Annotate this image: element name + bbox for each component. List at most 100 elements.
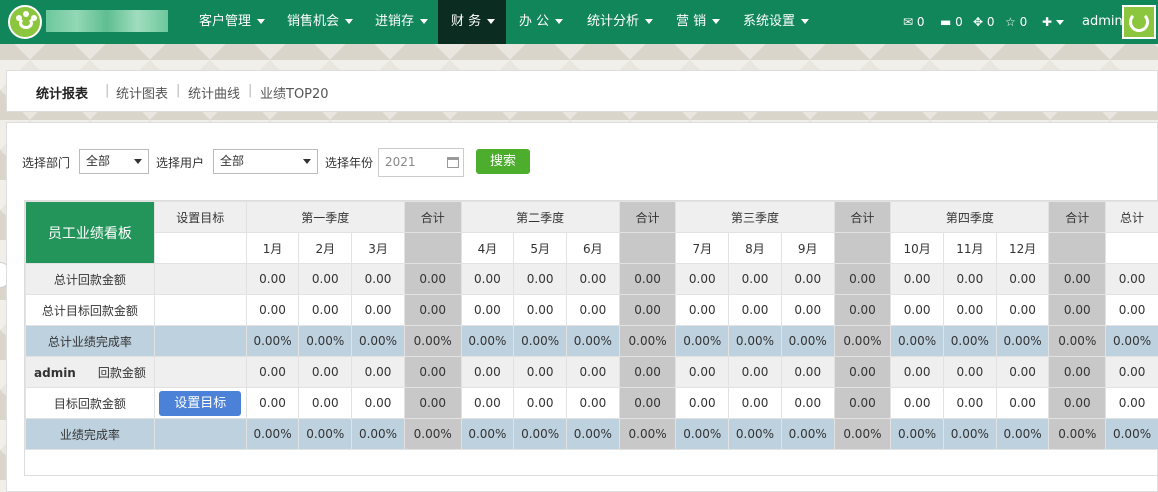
dept-label: 选择部门 [22, 156, 71, 170]
sum-cell: 0.00% [403, 325, 462, 357]
tab-statistics-report[interactable]: 统计报表 [36, 83, 88, 102]
value-cell: 0.00 [513, 356, 567, 388]
sum-header-blank [1048, 232, 1107, 264]
sum-cell: 0.00 [618, 263, 677, 295]
value-cell: 0.00 [942, 263, 997, 295]
value-cell: 0.00 [728, 387, 782, 419]
value-cell: 0.00% [513, 418, 567, 450]
add-menu[interactable]: ✚ [1042, 0, 1064, 44]
value-cell: 0.00 [566, 387, 620, 419]
value-cell: 0.00% [460, 325, 515, 357]
user-select[interactable]: 全部 [213, 149, 318, 174]
quarter-header: 第四季度 [890, 201, 1050, 233]
chevron-down-icon [487, 19, 496, 24]
month-header: 1月 [245, 232, 300, 264]
tab-top20[interactable]: 业绩TOP20 [260, 83, 329, 102]
sum-cell: 0.00% [833, 325, 892, 357]
sum-header: 合计 [1048, 201, 1107, 233]
month-header: 7月 [675, 232, 730, 264]
calendar-icon[interactable] [447, 157, 459, 168]
sum-header: 合计 [833, 201, 892, 233]
target-cell: 设置目标 [153, 387, 247, 419]
value-cell: 0.00% [351, 418, 405, 450]
value-cell: 0.00% [995, 418, 1050, 450]
value-cell: 0.00 [351, 263, 405, 295]
row-label: 目标回款金额 [25, 387, 155, 419]
mail-notification[interactable]: ✉ 0 [903, 0, 925, 44]
chevron-down-icon [345, 19, 354, 24]
value-cell: 0.00% [675, 418, 730, 450]
value-cell: 0.00 [460, 263, 515, 295]
year-label: 选择年份 [325, 156, 374, 170]
value-cell: 0.00 [298, 294, 353, 326]
month-header: 2月 [298, 232, 353, 264]
target-cell [153, 263, 247, 295]
value-cell: 0.00% [298, 325, 353, 357]
value-cell: 0.00 [728, 263, 782, 295]
chevron-down-icon [645, 19, 654, 24]
performance-table: 员工业绩看板 设置目标 第一季度 合计 第二季度 合计 第三季度 合计 第四季度… [24, 200, 1158, 476]
month-header: 3月 [351, 232, 405, 264]
sum-cell: 0.00 [618, 387, 677, 419]
value-cell: 0.00% [245, 418, 300, 450]
user-label: 选择用户 [156, 156, 205, 170]
value-cell: 0.00% [942, 418, 997, 450]
value-cell: 0.00 [460, 387, 515, 419]
row-label: 业绩完成率 [25, 418, 155, 450]
sum-cell: 0.00% [833, 418, 892, 450]
row-label-text: 回款金额 [97, 365, 146, 380]
value-cell: 0.00 [942, 294, 997, 326]
table-row: 总计目标回款金额 0.00 0.00 0.00 0.00 0.00 0.00 0.00 0.00… [25, 294, 1158, 326]
logo-icon[interactable] [8, 5, 42, 39]
avatar[interactable] [1122, 5, 1156, 39]
star-notification[interactable]: ☆ 0 [1005, 0, 1027, 44]
user-name[interactable]: admin [1082, 0, 1123, 44]
total-cell: 0.00% [1105, 418, 1158, 450]
target-cell [153, 325, 247, 357]
value-cell: 0.00% [728, 325, 782, 357]
dropdown-arrow-icon [134, 159, 142, 164]
card-notification[interactable]: ▬ 0 [940, 0, 963, 44]
sum-cell: 0.00 [1048, 294, 1107, 326]
nav-inventory[interactable]: 进销存 [375, 0, 429, 44]
value-cell: 0.00 [995, 294, 1050, 326]
sum-cell: 0.00 [833, 294, 892, 326]
tab-statistics-chart[interactable]: 统计图表 [116, 83, 168, 102]
row-label: 总计回款金额 [25, 263, 155, 295]
sum-header: 合计 [618, 201, 677, 233]
total-header-blank [1105, 232, 1158, 264]
value-cell: 0.00 [460, 356, 515, 388]
value-cell: 0.00 [513, 263, 567, 295]
set-target-button[interactable]: 设置目标 [159, 390, 242, 416]
sum-cell: 0.00 [403, 356, 462, 388]
month-header: 11月 [942, 232, 997, 264]
nav-system-settings[interactable]: 系统设置 [743, 0, 810, 44]
value-cell: 0.00% [942, 325, 997, 357]
value-cell: 0.00 [675, 356, 730, 388]
value-cell: 0.00% [728, 418, 782, 450]
dept-select[interactable]: 全部 [79, 149, 149, 174]
settings-notification[interactable]: ✥ 0 [973, 0, 995, 44]
nav-customer-management[interactable]: 客户管理 [199, 0, 266, 44]
year-input[interactable]: 2021 [378, 148, 464, 177]
total-header: 总计 [1105, 201, 1158, 233]
sum-cell: 0.00% [1048, 325, 1107, 357]
value-cell: 0.00 [995, 263, 1050, 295]
dropdown-arrow-icon [303, 159, 311, 164]
nav-statistics[interactable]: 统计分析 [587, 0, 654, 44]
value-cell: 0.00 [995, 356, 1050, 388]
search-button[interactable]: 搜索 [476, 149, 530, 174]
quarter-header: 第一季度 [245, 201, 405, 233]
plus-icon: ✚ [1042, 15, 1053, 29]
tab-separator: | [248, 83, 253, 98]
value-cell: 0.00 [780, 263, 835, 295]
table-row: 总计回款金额 0.00 0.00 0.00 0.00 0.00 0.00 0.00 0.00 0.… [25, 263, 1158, 295]
nav-marketing[interactable]: 营 销 [676, 0, 721, 44]
nav-sales-opportunity[interactable]: 销售机会 [287, 0, 354, 44]
table-row: 总计业绩完成率 0.00% 0.00% 0.00% 0.00% 0.00% 0.00% 0.0… [25, 325, 1158, 357]
nav-office[interactable]: 办 公 [519, 0, 564, 44]
sum-cell: 0.00 [833, 356, 892, 388]
tab-statistics-curve[interactable]: 统计曲线 [188, 83, 240, 102]
nav-finance[interactable]: 财 务 [438, 0, 506, 44]
value-cell: 0.00 [728, 356, 782, 388]
